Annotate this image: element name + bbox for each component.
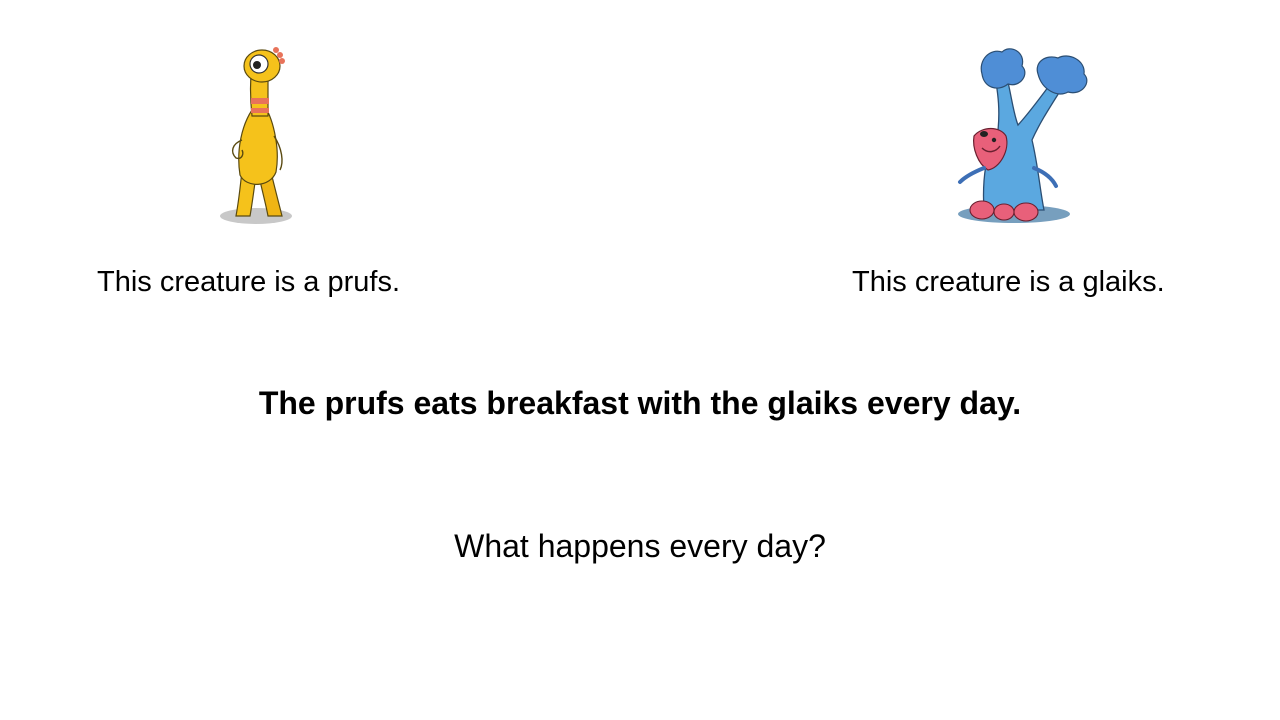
comprehension-question: What happens every day? — [454, 528, 826, 564]
slide: This creature is a prufs. This creature … — [0, 0, 1280, 720]
prufs-caption: This creature is a prufs. — [97, 266, 400, 298]
glaiks-caption: This creature is a glaiks. — [852, 266, 1165, 298]
glaiks-creature-illustration — [948, 40, 1098, 230]
prufs-creature-illustration — [212, 40, 308, 230]
glaiks-creature-icon — [958, 48, 1088, 223]
breakfast-statement: The prufs eats breakfast with the glaiks… — [258, 385, 1022, 421]
prufs-creature-icon — [220, 47, 292, 224]
